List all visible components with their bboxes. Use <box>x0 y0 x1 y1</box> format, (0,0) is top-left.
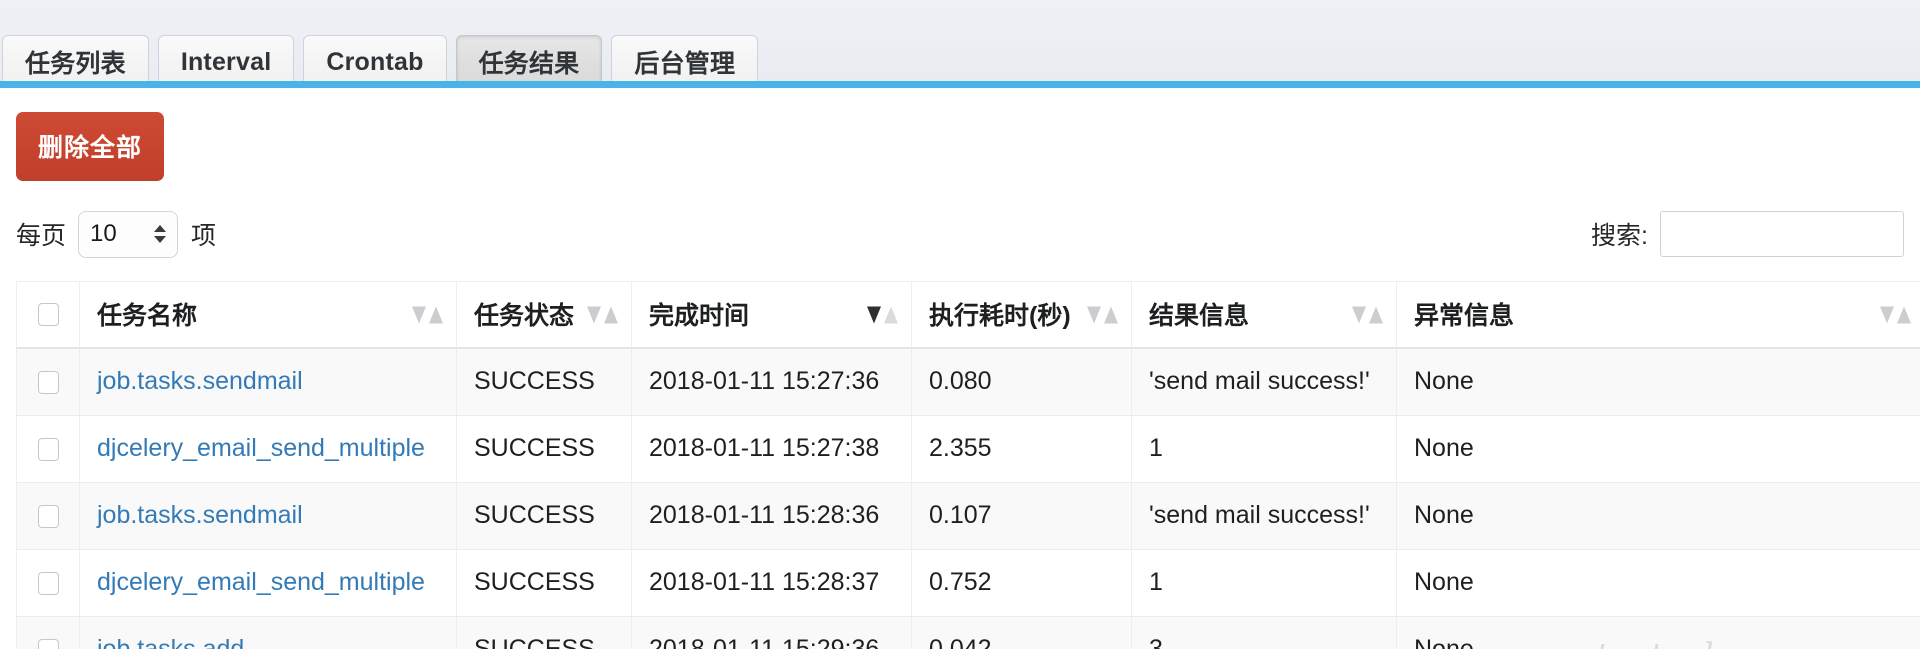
cell-traceback: None <box>1396 616 1920 649</box>
cell-status: SUCCESS <box>456 482 632 550</box>
row-checkbox[interactable] <box>37 638 59 649</box>
column-header-label: 任务名称 <box>97 302 198 330</box>
cell-task-name: djcelery_email_send_multiple <box>79 415 457 483</box>
row-checkbox[interactable] <box>37 437 59 461</box>
row-checkbox[interactable] <box>37 571 59 595</box>
cell-result: 'send mail success!' <box>1131 482 1397 550</box>
sort-both-icon[interactable] <box>1880 306 1911 323</box>
cell-result: 1 <box>1131 549 1397 617</box>
cell-runtime: 0.042 <box>911 616 1132 649</box>
table-row: job.tasks.sendmail SUCCESS 2018-01-11 15:2… <box>16 348 1920 416</box>
column-header-5[interactable]: 结果信息 <box>1131 281 1397 349</box>
cell-finished-at: 2018-01-11 15:28:36 <box>631 482 912 550</box>
cell-task-name: djcelery_email_send_multiple <box>79 549 457 617</box>
page-length-label-prefix: 每页 <box>16 222 67 250</box>
page-length-value: 10 <box>90 220 117 247</box>
page-content: 删除全部 每页 10 项 搜索: 任务名称任务状态 完成时间 执行耗时(秒) 结… <box>0 88 1920 649</box>
column-header-3[interactable]: 完成时间 <box>631 281 912 349</box>
sort-both-icon[interactable] <box>1087 306 1118 323</box>
page-length-label-suffix: 项 <box>191 222 217 250</box>
cell-runtime: 0.080 <box>911 348 1132 416</box>
row-select-cell <box>16 348 80 416</box>
search-label: 搜索: <box>1591 222 1648 250</box>
row-select-cell <box>16 616 80 649</box>
cell-finished-at: 2018-01-11 15:28:37 <box>631 549 912 617</box>
table-row: djcelery_email_send_multiple SUCCESS 2018-… <box>16 415 1920 483</box>
cell-task-name: job.tasks.sendmail <box>79 482 457 550</box>
column-header-label: 执行耗时(秒) <box>929 302 1071 330</box>
tab-bar: 任务列表 Interval Crontab 任务结果 后台管理 <box>0 0 1920 88</box>
row-checkbox[interactable] <box>37 504 59 528</box>
table-row: job.tasks.sendmail SUCCESS 2018-01-11 15:2… <box>16 482 1920 550</box>
cell-status: SUCCESS <box>456 549 632 617</box>
select-all-checkbox[interactable] <box>37 303 59 327</box>
sort-desc-icon[interactable] <box>867 306 898 323</box>
sort-both-icon[interactable] <box>587 306 618 323</box>
task-name-link[interactable]: job.tasks.sendmail <box>97 501 303 529</box>
table-row: djcelery_email_send_multiple SUCCESS 2018-… <box>16 549 1920 617</box>
column-header-label: 异常信息 <box>1414 302 1515 330</box>
select-all-header <box>16 281 80 349</box>
table-header-row: 任务名称 任务状态 完成时间 执行耗时(秒) 结果信息 异常信息 <box>16 281 1920 349</box>
row-checkbox[interactable] <box>37 370 59 394</box>
column-header-label: 任务状态 <box>474 302 575 330</box>
search-group: 搜索: <box>1591 211 1904 257</box>
cell-result: 1 <box>1131 415 1397 483</box>
cell-traceback: None <box>1396 415 1920 483</box>
column-header-2[interactable]: 任务状态 <box>456 281 632 349</box>
cell-finished-at: 2018-01-11 15:27:38 <box>631 415 912 483</box>
cell-status: SUCCESS <box>456 415 632 483</box>
cell-finished-at: 2018-01-11 15:27:36 <box>631 348 912 416</box>
page-length-select[interactable]: 10 <box>78 210 179 258</box>
page-length-group: 每页 10 项 <box>16 210 217 258</box>
row-select-cell <box>16 415 80 483</box>
cell-traceback: None <box>1396 482 1920 550</box>
sort-both-icon[interactable] <box>412 306 443 323</box>
cell-result: 3 <box>1131 616 1397 649</box>
sort-both-icon[interactable] <box>1352 306 1383 323</box>
table-body: job.tasks.sendmail SUCCESS 2018-01-11 15:2… <box>16 348 1920 649</box>
search-input[interactable] <box>1660 211 1904 257</box>
cell-status: SUCCESS <box>456 616 632 649</box>
table-header: 任务名称 任务状态 完成时间 执行耗时(秒) 结果信息 异常信息 <box>16 281 1920 349</box>
cell-runtime: 2.355 <box>911 415 1132 483</box>
column-header-label: 结果信息 <box>1149 302 1250 330</box>
tab-list: 任务列表 Interval Crontab 任务结果 后台管理 <box>0 27 1920 88</box>
row-select-cell <box>16 549 80 617</box>
accent-divider <box>0 81 1920 88</box>
cell-traceback: None <box>1396 549 1920 617</box>
row-select-cell <box>16 482 80 550</box>
table-row: job.tasks.add SUCCESS 2018-01-11 15:29:36 0… <box>16 616 1920 649</box>
stepper-arrows-icon[interactable] <box>154 225 167 243</box>
column-header-label: 完成时间 <box>649 302 750 330</box>
delete-all-button[interactable]: 删除全部 <box>16 112 165 181</box>
column-header-1[interactable]: 任务名称 <box>79 281 457 349</box>
task-results-table: 任务名称 任务状态 完成时间 执行耗时(秒) 结果信息 异常信息 job.tasks.se… <box>16 281 1920 649</box>
cell-task-name: job.tasks.add <box>79 616 457 649</box>
cell-traceback: None <box>1396 348 1920 416</box>
task-name-link[interactable]: job.tasks.add <box>97 635 244 649</box>
table-controls: 每页 10 项 搜索: <box>16 209 1904 259</box>
cell-task-name: job.tasks.sendmail <box>79 348 457 416</box>
column-header-4[interactable]: 执行耗时(秒) <box>911 281 1132 349</box>
task-name-link[interactable]: djcelery_email_send_multiple <box>97 434 425 462</box>
task-name-link[interactable]: djcelery_email_send_multiple <box>97 568 425 596</box>
cell-runtime: 0.752 <box>911 549 1132 617</box>
cell-finished-at: 2018-01-11 15:29:36 <box>631 616 912 649</box>
cell-status: SUCCESS <box>456 348 632 416</box>
column-header-6[interactable]: 异常信息 <box>1396 281 1920 349</box>
task-name-link[interactable]: job.tasks.sendmail <box>97 367 303 395</box>
cell-result: 'send mail success!' <box>1131 348 1397 416</box>
cell-runtime: 0.107 <box>911 482 1132 550</box>
